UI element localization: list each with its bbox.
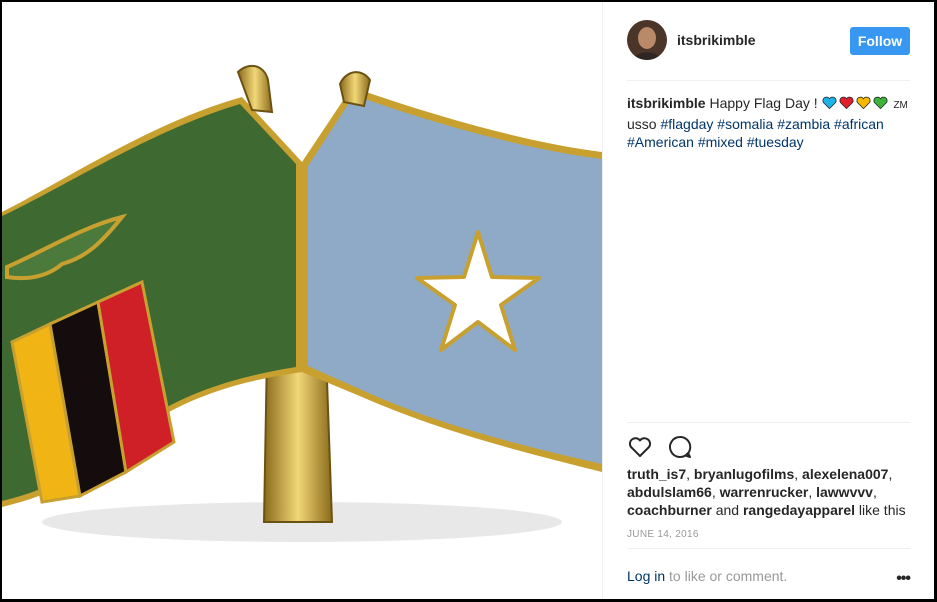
post-sidebar: itsbrikimble Follow itsbrikimble Happy F…	[602, 2, 934, 599]
liker-name[interactable]: rangedayapparel	[743, 502, 855, 518]
likes-suffix: like this	[858, 502, 906, 518]
comment-icon[interactable]	[667, 434, 693, 460]
follow-button[interactable]: Follow	[850, 27, 910, 55]
hashtag-mixed[interactable]: #mixed	[698, 134, 743, 150]
hashtag-tuesday[interactable]: #tuesday	[747, 134, 804, 150]
caption-word: usso	[627, 116, 657, 132]
red-heart-icon	[839, 96, 854, 110]
hashtag-flagday[interactable]: #flagday	[660, 116, 713, 132]
hashtag-zambia[interactable]: #zambia	[777, 116, 830, 132]
caption-username[interactable]: itsbrikimble	[627, 95, 706, 111]
likes-and: and	[715, 502, 740, 518]
liker-name[interactable]: bryanlugofilms	[694, 466, 794, 482]
header-username[interactable]: itsbrikimble	[677, 32, 756, 48]
liker-name[interactable]: coachburner	[627, 502, 712, 518]
blue-heart-icon	[822, 96, 837, 110]
yellow-heart-icon	[856, 96, 871, 110]
post-date[interactable]: JUNE 14, 2016	[627, 529, 699, 540]
flag-pin-image	[2, 64, 602, 542]
post-photo[interactable]	[2, 2, 602, 599]
login-text: to like or comment.	[669, 568, 788, 584]
hashtag-american[interactable]: #American	[627, 134, 694, 150]
more-options-icon[interactable]: •••	[896, 570, 911, 588]
hashtag-somalia[interactable]: #somalia	[717, 116, 773, 132]
caption-zm: ZM	[893, 100, 908, 111]
liker-name[interactable]: lawwvvv	[816, 484, 873, 500]
liker-name[interactable]: abdulslam66	[627, 484, 712, 500]
post-window: itsbrikimble Follow itsbrikimble Happy F…	[2, 2, 934, 599]
green-heart-icon	[873, 96, 888, 110]
likes-list: truth_is7, bryanlugofilms, alexelena007,…	[627, 466, 906, 518]
login-link[interactable]: Log in	[627, 568, 665, 584]
divider	[627, 548, 910, 549]
post-header: itsbrikimble Follow	[627, 20, 910, 81]
liker-name[interactable]: truth_is7	[627, 466, 686, 482]
caption-text: Happy Flag Day !	[709, 95, 818, 111]
hashtag-african[interactable]: #african	[834, 116, 884, 132]
login-prompt: Log in to like or comment.	[627, 568, 787, 584]
heart-icon[interactable]	[627, 434, 653, 460]
avatar[interactable]	[627, 20, 667, 60]
divider	[627, 422, 910, 423]
liker-name[interactable]: warrenrucker	[720, 484, 809, 500]
post-caption: itsbrikimble Happy Flag Day ! ZM usso #f…	[627, 94, 910, 151]
liker-name[interactable]: alexelena007	[802, 466, 888, 482]
